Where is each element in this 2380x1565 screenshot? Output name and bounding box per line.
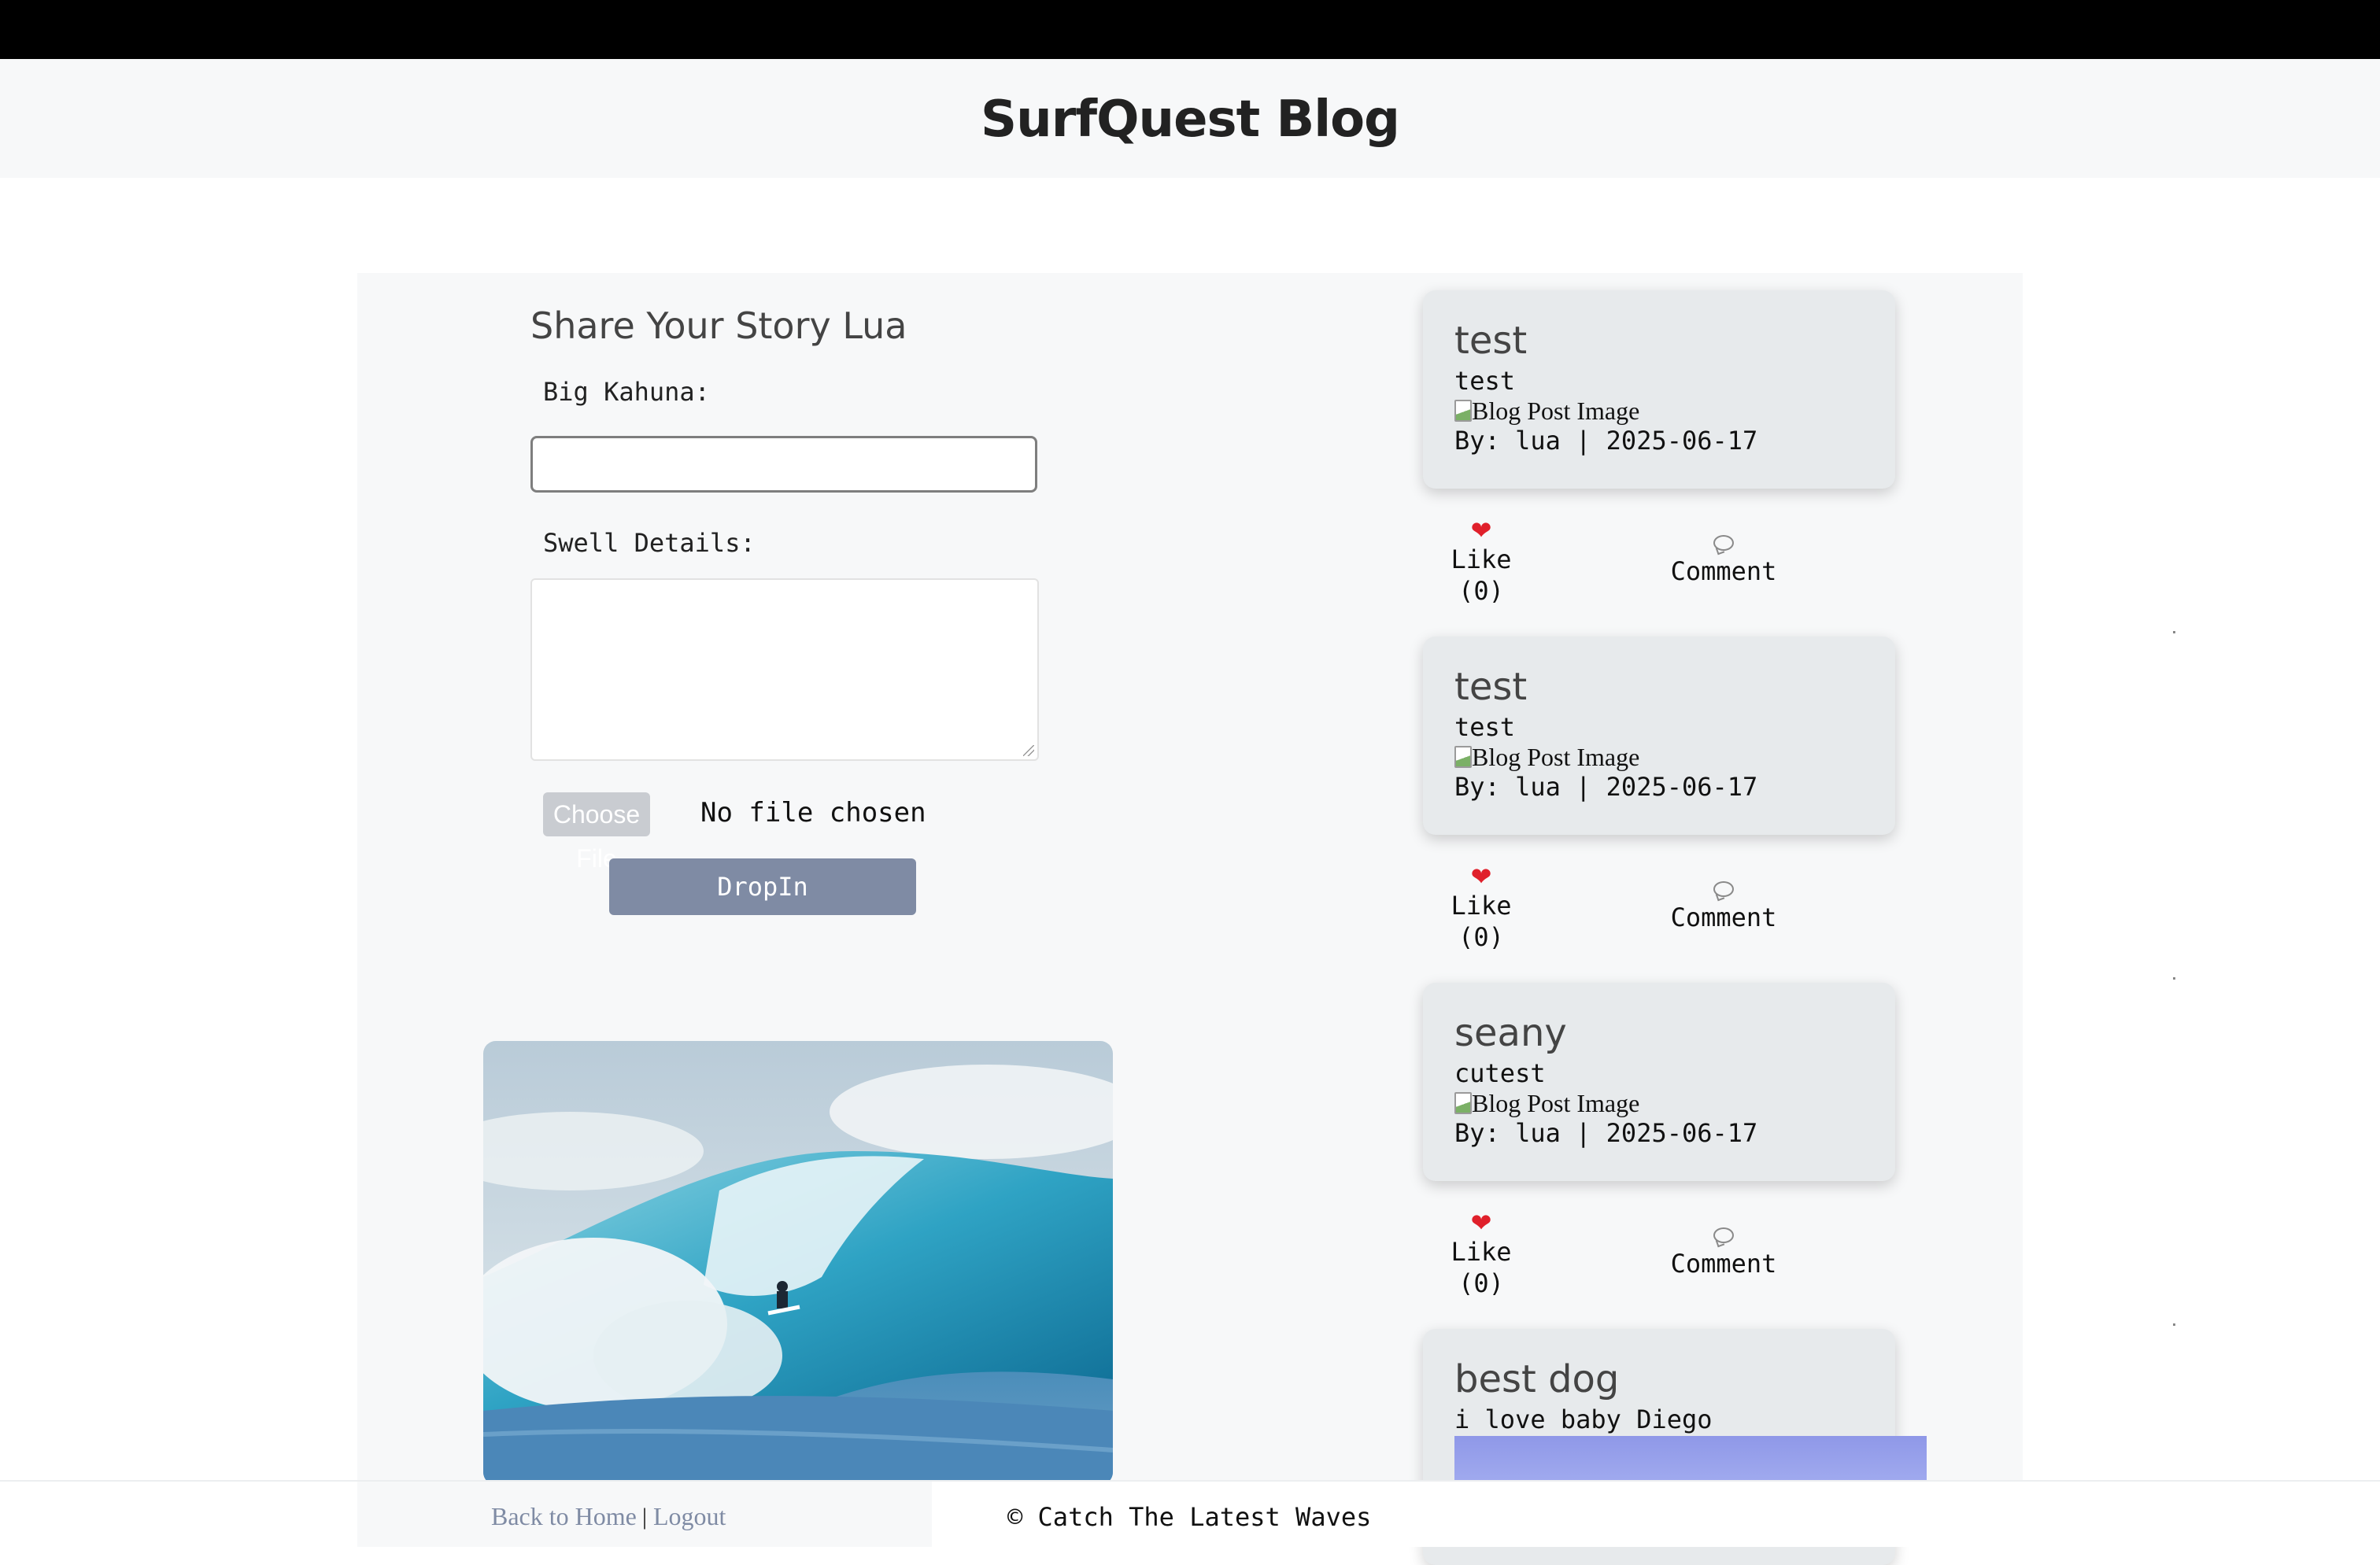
form-title: Share Your Story Lua [530, 305, 907, 347]
post-title: seany [1454, 1011, 1567, 1055]
post-image-alt: Blog Post Image [1472, 396, 1640, 425]
like-label: Like [1451, 1237, 1512, 1267]
footer-separator: | [642, 1504, 648, 1530]
comment-label: Comment [1670, 902, 1777, 932]
comment-button[interactable]: Comment [1653, 535, 1794, 587]
post-image-alt: Blog Post Image [1472, 1088, 1640, 1117]
post-body: test [1454, 712, 1516, 742]
post-title: test [1454, 665, 1528, 709]
choose-file-button[interactable]: Choose File [543, 792, 650, 873]
like-count: (0) [1458, 1268, 1504, 1298]
details-textarea[interactable] [530, 578, 1039, 761]
file-status: No file chosen [700, 797, 926, 829]
comment-label: Comment [1670, 1249, 1777, 1279]
comment-button[interactable]: Comment [1653, 881, 1794, 933]
post-image: Blog Post Image [1454, 742, 1640, 771]
resize-handle-icon[interactable] [1023, 745, 1034, 756]
logout-link[interactable]: Logout [653, 1502, 726, 1531]
post-image: Blog Post Image [1454, 1088, 1640, 1117]
like-button[interactable]: ❤ Like (0) [1436, 863, 1527, 953]
speech-bubble-icon [1713, 881, 1734, 897]
post-card: test test Blog Post Image By: lua | 2025… [1423, 637, 1895, 835]
divider-mark [2173, 631, 2175, 633]
like-count: (0) [1458, 576, 1504, 606]
post-image-alt: Blog Post Image [1472, 742, 1640, 771]
post-body: test [1454, 366, 1516, 396]
broken-image-icon [1454, 746, 1472, 768]
comment-label: Comment [1670, 556, 1777, 586]
site-title: SurfQuest Blog [981, 90, 1400, 149]
like-count: (0) [1458, 922, 1504, 952]
post-card: seany cutest Blog Post Image By: lua | 2… [1423, 983, 1895, 1181]
like-button[interactable]: ❤ Like (0) [1436, 1209, 1527, 1299]
back-to-home-link[interactable]: Back to Home [491, 1502, 637, 1531]
post-title: test [1454, 319, 1528, 363]
post-meta: By: lua | 2025-06-17 [1454, 772, 1758, 802]
post-meta: By: lua | 2025-06-17 [1454, 426, 1758, 456]
heart-icon: ❤ [1470, 515, 1492, 545]
like-label: Like [1451, 544, 1512, 574]
main-content: Share Your Story Lua Big Kahuna: Swell D… [357, 273, 2175, 1565]
heart-icon: ❤ [1470, 862, 1492, 891]
post-body: i love baby Diego [1454, 1404, 1713, 1434]
post-title: best dog [1454, 1357, 1620, 1401]
divider-mark [2173, 1323, 2175, 1326]
post-card: test test Blog Post Image By: lua | 2025… [1423, 290, 1895, 489]
top-bar [0, 0, 2380, 59]
copyright: © Catch The Latest Waves [1007, 1502, 1372, 1532]
like-label: Like [1451, 891, 1512, 921]
broken-image-icon [1454, 400, 1472, 422]
dropin-button[interactable]: DropIn [609, 858, 916, 915]
post-body: cutest [1454, 1058, 1546, 1088]
post-image: Blog Post Image [1454, 396, 1640, 425]
post-meta: By: lua | 2025-06-17 [1454, 1118, 1758, 1148]
speech-bubble-icon [1713, 1227, 1734, 1243]
broken-image-icon [1454, 1092, 1472, 1114]
speech-bubble-icon [1713, 535, 1734, 551]
title-input[interactable] [530, 436, 1037, 493]
title-label: Big Kahuna: [543, 377, 710, 407]
comment-button[interactable]: Comment [1653, 1227, 1794, 1279]
like-button[interactable]: ❤ Like (0) [1436, 517, 1527, 607]
divider-mark [2173, 977, 2175, 980]
site-header: SurfQuest Blog [0, 59, 2380, 178]
heart-icon: ❤ [1470, 1208, 1492, 1238]
surf-wave-photo [483, 1041, 1113, 1485]
details-label: Swell Details: [543, 528, 756, 558]
footer: Back to Home | Logout © Catch The Latest… [0, 1480, 2380, 1547]
